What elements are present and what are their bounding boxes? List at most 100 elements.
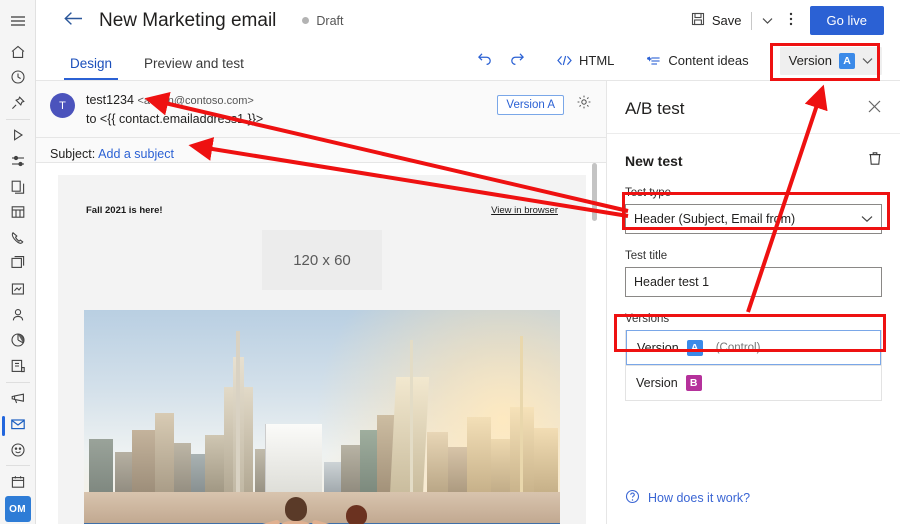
content-ideas-label: Content ideas bbox=[668, 53, 749, 68]
content-icon[interactable] bbox=[0, 276, 36, 302]
save-chevron-down-icon[interactable] bbox=[755, 7, 780, 35]
code-icon bbox=[557, 55, 572, 66]
recent-icon[interactable] bbox=[0, 64, 36, 90]
hero-pool-deck bbox=[84, 492, 560, 524]
email-header-strip: T test1234 <admin@contoso.com> to <{{ co… bbox=[36, 81, 606, 163]
contacts-icon[interactable] bbox=[0, 302, 36, 328]
from-address: <admin@contoso.com> bbox=[137, 95, 254, 107]
phone-icon[interactable] bbox=[0, 225, 36, 251]
calendar-icon[interactable] bbox=[0, 469, 36, 495]
subject-row: Subject: Add a subject bbox=[36, 137, 606, 161]
test-title-value: Header test 1 bbox=[634, 275, 710, 289]
versions-label: Versions bbox=[625, 313, 670, 325]
rail-divider-3 bbox=[5, 465, 30, 467]
command-bar-actions: HTML Content ideas Version A bbox=[468, 41, 900, 80]
home-icon[interactable] bbox=[0, 39, 36, 65]
canvas-scrollbar-thumb[interactable] bbox=[592, 163, 597, 221]
hero-image[interactable] bbox=[84, 310, 560, 524]
question-circle-icon bbox=[625, 489, 640, 507]
menu-icon[interactable] bbox=[0, 8, 36, 34]
segments-icon[interactable] bbox=[0, 148, 36, 174]
new-test-label: New test bbox=[625, 153, 683, 169]
trash-icon[interactable] bbox=[868, 151, 882, 171]
version-selector-label: Version bbox=[788, 53, 832, 68]
version-a-note: (Control) bbox=[715, 341, 761, 354]
left-navigation-rail: OM bbox=[0, 0, 36, 524]
go-live-button[interactable]: Go live bbox=[809, 6, 884, 35]
version-selector-button[interactable]: Version A bbox=[779, 46, 882, 75]
forms-icon[interactable] bbox=[0, 199, 36, 225]
status-badge: Draft bbox=[302, 14, 344, 28]
top-bar: New Marketing email Draft Save Go live bbox=[36, 0, 900, 41]
version-badge-b: B bbox=[685, 375, 702, 391]
templates-icon[interactable] bbox=[0, 251, 36, 277]
pinned-icon[interactable] bbox=[0, 90, 36, 116]
chevron-down-icon bbox=[862, 53, 873, 68]
subject-label: Subject: bbox=[50, 147, 96, 162]
chevron-down-icon bbox=[861, 212, 873, 226]
how-does-it-work-label: How does it work? bbox=[648, 491, 751, 505]
hero-skyline bbox=[84, 330, 560, 498]
save-label: Save bbox=[711, 13, 742, 28]
test-title-label: Test title bbox=[625, 250, 668, 262]
rail-divider-2 bbox=[5, 381, 30, 383]
toolbar-divider bbox=[750, 11, 752, 30]
tab-design[interactable]: Design bbox=[64, 56, 119, 80]
email-body-card: Fall 2021 is here! View in browser 120 x… bbox=[58, 175, 586, 524]
undo-icon[interactable] bbox=[468, 47, 501, 74]
more-vertical-icon[interactable] bbox=[780, 6, 802, 36]
tab-list: Design Preview and test bbox=[36, 41, 270, 80]
test-type-select[interactable]: Header (Subject, Email from) bbox=[625, 204, 882, 234]
rail-divider bbox=[5, 118, 30, 120]
from-text-block: test1234 <admin@contoso.com> to <{{ cont… bbox=[86, 91, 263, 128]
hero-person-left bbox=[259, 497, 333, 524]
from-row: T test1234 <admin@contoso.com> to <{{ co… bbox=[36, 81, 606, 128]
preheader-text: Fall 2021 is here! bbox=[86, 205, 163, 216]
page-title: New Marketing email bbox=[99, 9, 277, 31]
add-subject-link[interactable]: Add a subject bbox=[98, 147, 174, 161]
email-icon[interactable] bbox=[0, 411, 36, 437]
version-a-pill[interactable]: Version A bbox=[497, 94, 564, 115]
test-type-value: Header (Subject, Email from) bbox=[634, 212, 796, 226]
version-a-label: Version bbox=[637, 340, 679, 355]
version-row-a[interactable]: Version A (Control) bbox=[626, 330, 881, 365]
close-icon[interactable] bbox=[867, 99, 882, 119]
email-header-actions: Version A bbox=[497, 91, 592, 115]
panel-header: A/B test bbox=[607, 81, 900, 134]
content-ideas-icon bbox=[646, 55, 661, 67]
new-test-row: New test bbox=[625, 151, 882, 171]
preheader-row: Fall 2021 is here! View in browser bbox=[58, 175, 586, 216]
test-title-input[interactable]: Header test 1 bbox=[625, 267, 882, 297]
version-b-label: Version bbox=[636, 376, 678, 390]
version-row-b[interactable]: Version B bbox=[626, 365, 881, 400]
tab-preview-and-test[interactable]: Preview and test bbox=[138, 56, 250, 80]
campaign-icon[interactable] bbox=[0, 386, 36, 412]
avatar[interactable]: OM bbox=[0, 495, 36, 524]
html-label: HTML bbox=[579, 53, 615, 68]
panel-body: New test Test type Header (Subject, Emai… bbox=[607, 134, 900, 401]
journeys-icon[interactable] bbox=[0, 122, 36, 148]
redo-icon[interactable] bbox=[501, 47, 534, 74]
how-does-it-work-link[interactable]: How does it work? bbox=[625, 489, 750, 507]
versions-list: Version A (Control) Version B bbox=[625, 330, 882, 401]
gear-icon[interactable] bbox=[576, 94, 592, 115]
view-in-browser-link[interactable]: View in browser bbox=[491, 205, 558, 216]
panel-title: A/B test bbox=[625, 99, 685, 118]
analytics-icon[interactable] bbox=[0, 327, 36, 353]
from-name: test1234 bbox=[86, 93, 134, 107]
html-button[interactable]: HTML bbox=[548, 48, 623, 73]
save-button[interactable]: Save bbox=[683, 6, 748, 35]
to-line: to <{{ contact.emailaddress1 }}> bbox=[86, 111, 264, 126]
library-icon[interactable] bbox=[0, 353, 36, 379]
app-root: OM New Marketing email Draft Save Go liv… bbox=[0, 0, 900, 524]
ab-test-panel: A/B test New test Test type Header (Subj… bbox=[606, 81, 900, 524]
hero-person-right bbox=[336, 505, 376, 524]
sender-avatar: T bbox=[50, 93, 75, 118]
back-arrow-icon[interactable] bbox=[64, 11, 83, 31]
test-type-label: Test type bbox=[625, 187, 672, 199]
save-disk-icon bbox=[691, 12, 705, 29]
logo-placeholder[interactable]: 120 x 60 bbox=[262, 230, 382, 290]
content-ideas-button[interactable]: Content ideas bbox=[637, 48, 757, 73]
social-icon[interactable] bbox=[0, 437, 36, 463]
pages-icon[interactable] bbox=[0, 174, 36, 200]
